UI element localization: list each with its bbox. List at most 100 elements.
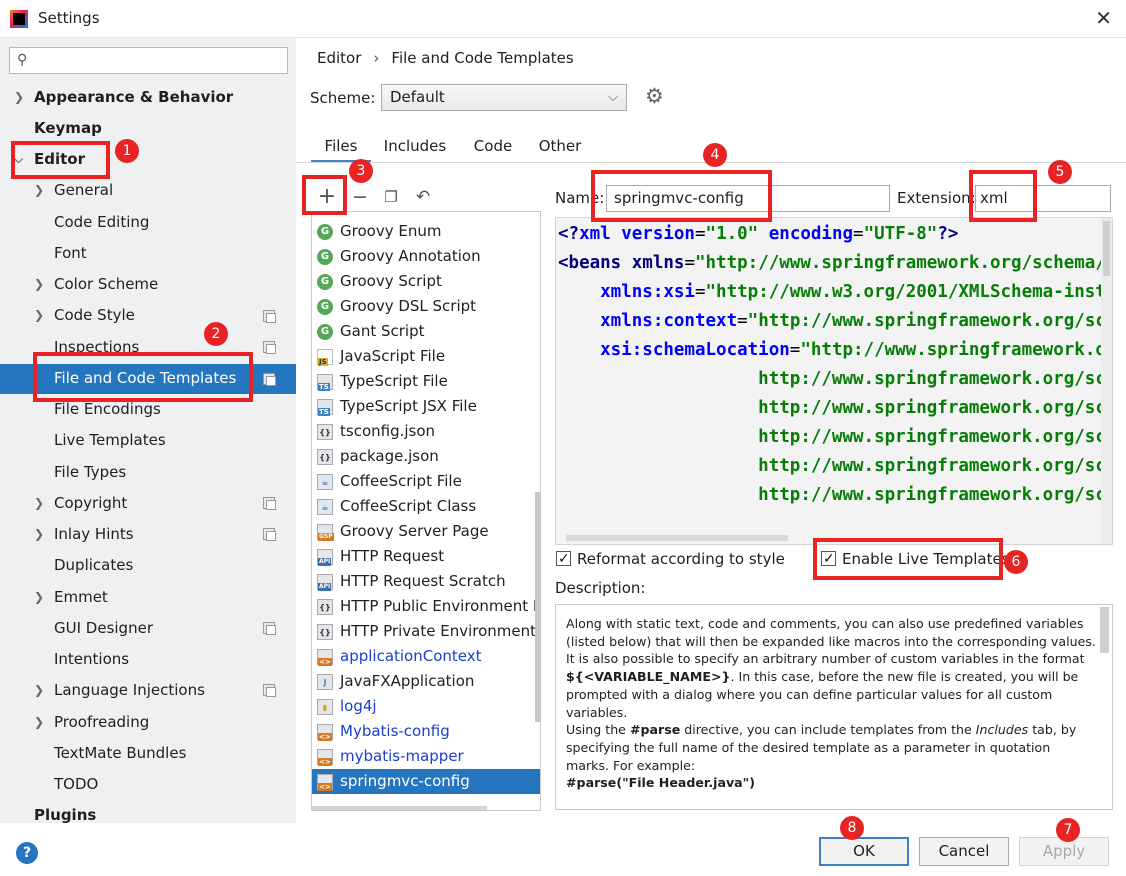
sidebar-item-duplicates[interactable]: Duplicates — [54, 550, 133, 580]
extension-field[interactable]: xml — [975, 185, 1111, 212]
sidebar-item-keymap[interactable]: Keymap — [34, 113, 102, 143]
copy-template-icon[interactable]: ❐ — [378, 183, 404, 211]
sidebar-item-intentions[interactable]: Intentions — [54, 644, 129, 674]
sidebar-item-file-and-code-templates[interactable]: File and Code Templates — [54, 363, 236, 393]
sidebar-item-file-types[interactable]: File Types — [54, 457, 126, 487]
project-level-icon — [263, 310, 276, 323]
coffeescript-icon: ☕ — [317, 499, 333, 515]
sidebar-item-color-scheme[interactable]: ❯ Color Scheme — [34, 269, 158, 299]
list-item[interactable]: applicationContext — [312, 644, 540, 669]
code-token: xsi:schemaLocation — [558, 340, 790, 360]
sidebar-item-code-editing[interactable]: Code Editing — [54, 207, 149, 237]
code-token: = — [694, 282, 706, 302]
gear-icon[interactable]: ⚙ — [645, 84, 664, 108]
code-token: = — [737, 311, 748, 331]
sidebar-item-todo[interactable]: TODO — [54, 769, 98, 799]
code-token: xml version — [579, 224, 695, 244]
list-item[interactable]: J JavaFXApplication — [312, 669, 540, 694]
sidebar-item-inspections[interactable]: Inspections — [54, 332, 139, 362]
list-item[interactable]: G Groovy Enum — [312, 219, 540, 244]
list-item[interactable]: G Groovy DSL Script — [312, 294, 540, 319]
chevron-right-icon: ❯ — [34, 496, 45, 510]
api-file-icon — [317, 574, 333, 591]
enable-live-templates-checkbox[interactable]: Enable Live Templates — [821, 548, 1010, 570]
list-scrollbar[interactable] — [535, 492, 540, 722]
description-example: #parse("File Header.java") — [566, 775, 755, 791]
list-item[interactable]: G Groovy Annotation — [312, 244, 540, 269]
list-item[interactable]: TypeScript JSX File — [312, 394, 540, 419]
scroll-thumb[interactable] — [1103, 221, 1110, 276]
sidebar-item-textmate-bundles[interactable]: TextMate Bundles — [54, 738, 186, 768]
sidebar-item-appearance[interactable]: ❯ Appearance & Behavior — [14, 82, 233, 112]
list-horizontal-scrollbar[interactable] — [312, 806, 487, 810]
sidebar-item-inlay-hints[interactable]: ❯ Inlay Hints — [34, 519, 134, 549]
list-item[interactable]: ▮ log4j — [312, 694, 540, 719]
sidebar-item-copyright[interactable]: ❯ Copyright — [34, 488, 127, 518]
groovy-icon: G — [317, 274, 333, 290]
chevron-right-icon: ❯ — [34, 183, 45, 197]
list-item[interactable]: {} HTTP Public Environment File — [312, 594, 540, 619]
annotation-badge: 6 — [1004, 550, 1028, 574]
sidebar-item-general[interactable]: ❯ General — [34, 175, 113, 205]
sidebar-item-file-encodings[interactable]: File Encodings — [54, 394, 161, 424]
list-item[interactable]: {} package.json — [312, 444, 540, 469]
sidebar-item-gui-designer[interactable]: GUI Designer — [54, 613, 153, 643]
list-item[interactable]: Mybatis-config — [312, 719, 540, 744]
search-icon: ⚲ — [17, 52, 28, 68]
sidebar-item-editor[interactable]: ⌵ Editor — [14, 144, 85, 174]
breadcrumb-parent[interactable]: Editor — [317, 49, 361, 67]
code-token: "http://www.w3.org/2001/XMLSchema-instan… — [705, 282, 1112, 302]
cancel-button[interactable]: Cancel — [919, 837, 1009, 866]
xml-file-icon — [317, 649, 333, 666]
help-icon[interactable]: ? — [16, 842, 38, 864]
annotation-badge: 5 — [1048, 160, 1072, 184]
project-level-icon — [263, 373, 276, 386]
editor-horizontal-scrollbar[interactable] — [566, 535, 788, 541]
code-token: xmlns:context — [558, 311, 738, 331]
list-item[interactable]: HTTP Request — [312, 544, 540, 569]
reset-template-icon[interactable]: ↶ — [410, 183, 436, 211]
sidebar-item-language-injections[interactable]: ❯ Language Injections — [34, 675, 205, 705]
sidebar-item-code-style[interactable]: ❯ Code Style — [34, 300, 135, 330]
name-field[interactable]: springmvc-config — [606, 185, 890, 212]
search-input[interactable]: ⚲ — [9, 47, 288, 74]
list-item[interactable]: Groovy Server Page — [312, 519, 540, 544]
list-item[interactable]: {}HTTP Private Environment File — [312, 619, 540, 644]
sidebar-item-proofreading[interactable]: ❯ Proofreading — [34, 707, 149, 737]
reformat-checkbox[interactable]: Reformat according to style — [556, 548, 785, 570]
list-item[interactable]: TypeScript File — [312, 369, 540, 394]
template-code-editor[interactable]: <?xml version="1.0" encoding="UTF-8"?> <… — [555, 217, 1113, 545]
close-icon[interactable]: ✕ — [1095, 6, 1112, 30]
list-item[interactable]: G Gant Script — [312, 319, 540, 344]
tab-code[interactable]: Code — [466, 130, 520, 163]
sidebar-item-emmet[interactable]: ❯ Emmet — [34, 582, 108, 612]
chevron-right-icon: ❯ — [34, 308, 45, 322]
typescript-file-icon — [317, 374, 333, 391]
scheme-label: Scheme: — [310, 89, 376, 107]
add-template-button[interactable]: + — [314, 183, 340, 211]
list-item[interactable]: mybatis-mapper — [312, 744, 540, 769]
scheme-dropdown[interactable]: Default ⌵ — [381, 84, 627, 111]
sidebar-item-live-templates[interactable]: Live Templates — [54, 425, 166, 455]
sidebar-item-font[interactable]: Font — [54, 238, 87, 268]
editor-vertical-scrollbar[interactable] — [1101, 218, 1112, 544]
tab-other[interactable]: Other — [531, 130, 589, 163]
window-title: Settings — [38, 9, 100, 27]
list-item[interactable]: {} tsconfig.json — [312, 419, 540, 444]
project-level-icon — [263, 622, 276, 635]
annotation-badge: 4 — [703, 143, 727, 167]
scheme-value: Default — [390, 88, 445, 106]
remove-template-button[interactable]: − — [347, 183, 373, 211]
list-item-selected[interactable]: springmvc-config — [312, 769, 540, 794]
list-item[interactable]: ☕ CoffeeScript Class — [312, 494, 540, 519]
tab-includes[interactable]: Includes — [378, 130, 452, 163]
list-item[interactable]: HTTP Request Scratch — [312, 569, 540, 594]
ok-button[interactable]: OK — [819, 837, 909, 866]
description-scrollbar[interactable] — [1100, 607, 1109, 653]
checkbox-checked-icon[interactable] — [556, 548, 571, 570]
gsp-file-icon — [317, 524, 334, 541]
list-item[interactable]: ☕ CoffeeScript File — [312, 469, 540, 494]
list-item[interactable]: JavaScript File — [312, 344, 540, 369]
checkbox-checked-icon[interactable] — [821, 548, 836, 570]
list-item[interactable]: G Groovy Script — [312, 269, 540, 294]
